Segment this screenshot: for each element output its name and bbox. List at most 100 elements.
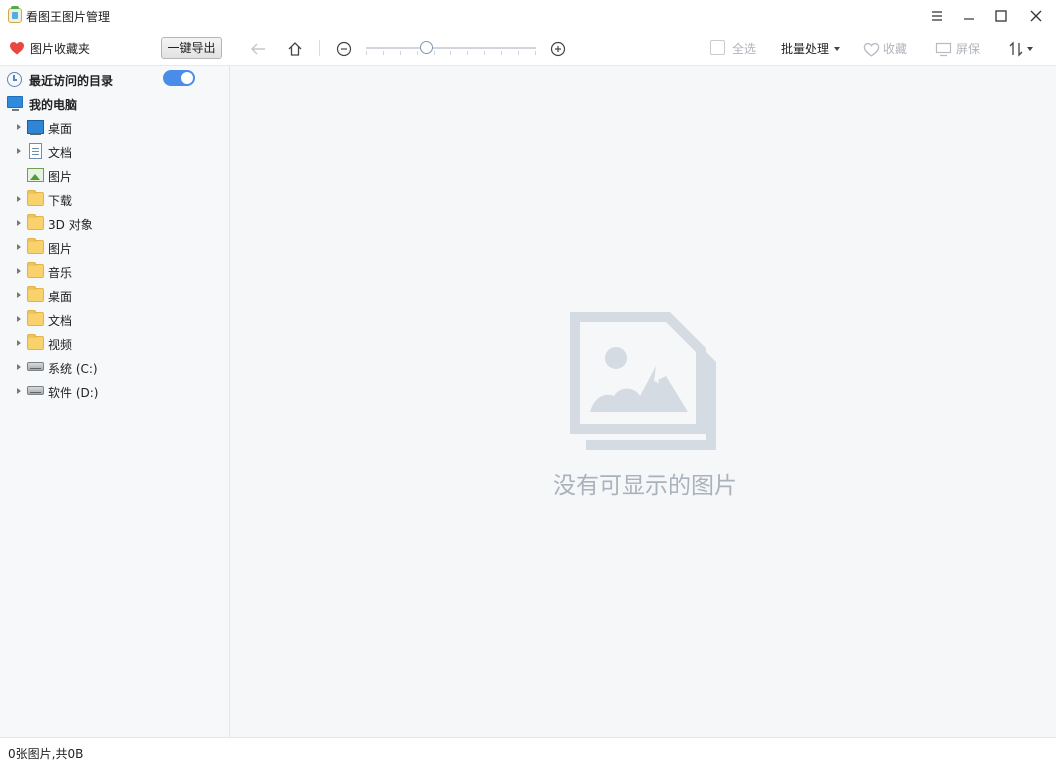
recent-directories-row[interactable]: 最近访问的目录 [0, 68, 229, 90]
empty-picture-icon [570, 312, 716, 450]
sidebar-tree-item[interactable]: 图片 [0, 164, 229, 186]
export-button[interactable]: 一键导出 [161, 37, 222, 59]
back-button[interactable] [248, 39, 268, 59]
zoom-slider-ticks [366, 51, 536, 55]
sidebar-tree-label: 桌面 [48, 122, 73, 136]
folder-icon [27, 310, 44, 326]
empty-message: 没有可显示的图片 [553, 473, 737, 499]
sidebar-tree-item[interactable]: 下载 [0, 188, 229, 210]
folder-icon [27, 334, 44, 350]
favorite-action-label[interactable]: 收藏 [883, 40, 907, 57]
home-up-icon [288, 42, 302, 56]
folder-icon [27, 262, 44, 278]
sidebar-tree-label: 软件 (D:) [48, 386, 99, 400]
expand-arrow-icon[interactable] [17, 364, 21, 370]
my-computer-row[interactable]: 我的电脑 [0, 92, 229, 114]
sidebar-tree-item[interactable]: 文档 [0, 140, 229, 162]
sidebar-tree-label: 视频 [48, 338, 73, 352]
arrow-left-icon [251, 43, 265, 55]
image-view-area[interactable]: 没有可显示的图片 [230, 66, 1056, 737]
chevron-down-icon[interactable] [834, 47, 840, 51]
screensaver-button[interactable] [933, 39, 953, 59]
sidebar-tree-label: 文档 [48, 314, 73, 328]
drive-icon [27, 386, 44, 395]
drive-icon [27, 362, 44, 371]
folder-icon [27, 214, 44, 230]
sidebar-tree-item[interactable]: 视频 [0, 332, 229, 354]
minimize-icon [964, 18, 974, 20]
my-computer-label: 我的电脑 [29, 98, 78, 112]
toolbar-divider [319, 40, 320, 56]
expand-arrow-icon[interactable] [17, 148, 21, 154]
maximize-icon [995, 10, 1007, 22]
sidebar-tree-item[interactable]: 桌面 [0, 116, 229, 138]
favorite-action-button[interactable] [861, 39, 881, 59]
maximize-button[interactable] [986, 4, 1016, 28]
status-text: 0张图片,共0B [8, 747, 84, 760]
favorites-label[interactable]: 图片收藏夹 [30, 40, 90, 57]
clock-icon [7, 72, 22, 87]
monitor-icon [935, 42, 951, 56]
recent-directories-label: 最近访问的目录 [29, 74, 114, 88]
expand-arrow-icon[interactable] [17, 292, 21, 298]
sidebar-tree-item[interactable]: 音乐 [0, 260, 229, 282]
expand-arrow-icon[interactable] [17, 220, 21, 226]
expand-arrow-icon[interactable] [17, 124, 21, 130]
sort-icon [1009, 41, 1023, 57]
expand-arrow-icon[interactable] [17, 316, 21, 322]
hamburger-icon [932, 11, 942, 21]
sidebar-tree-label: 音乐 [48, 266, 73, 280]
heart-outline-icon [863, 42, 879, 57]
sidebar-tree-label: 图片 [48, 170, 73, 184]
sidebar-tree-label: 系统 (C:) [48, 362, 98, 376]
expand-arrow-icon[interactable] [17, 268, 21, 274]
zoom-out-icon [336, 41, 352, 57]
close-icon [1030, 10, 1042, 22]
app-logo-icon [8, 6, 22, 23]
zoom-out-button[interactable] [334, 39, 354, 59]
toolbar: 图片收藏夹 一键导出 全选 批量处理 收藏 屏保 [0, 32, 1056, 66]
expand-arrow-icon[interactable] [17, 244, 21, 250]
sidebar-tree-label: 桌面 [48, 290, 73, 304]
sort-chevron-down-icon[interactable] [1027, 47, 1033, 51]
document-icon [29, 143, 42, 159]
select-all-checkbox[interactable] [710, 40, 725, 55]
sidebar-tree-label: 3D 对象 [48, 218, 93, 232]
sidebar-tree-item[interactable]: 系统 (C:) [0, 356, 229, 378]
zoom-slider-track[interactable] [366, 47, 536, 49]
computer-icon [7, 96, 23, 111]
sidebar-tree-label: 图片 [48, 242, 73, 256]
expand-arrow-icon[interactable] [17, 340, 21, 346]
title-bar: 看图王图片管理 [0, 0, 1056, 32]
zoom-in-icon [550, 41, 566, 57]
batch-process-menu[interactable]: 批量处理 [781, 40, 829, 57]
expand-arrow-icon[interactable] [17, 388, 21, 394]
select-all-label[interactable]: 全选 [732, 40, 756, 57]
sidebar-tree-label: 下载 [48, 194, 73, 208]
screensaver-label[interactable]: 屏保 [956, 40, 980, 57]
folder-icon [27, 286, 44, 302]
folder-icon [27, 238, 44, 254]
minimize-button[interactable] [954, 4, 984, 28]
sort-button[interactable] [1006, 39, 1026, 59]
desktop-icon [27, 120, 44, 135]
heart-icon[interactable] [9, 41, 25, 55]
sidebar-tree-item[interactable]: 文档 [0, 308, 229, 330]
up-folder-button[interactable] [285, 39, 305, 59]
sidebar-tree-item[interactable]: 桌面 [0, 284, 229, 306]
zoom-in-button[interactable] [548, 39, 568, 59]
sidebar: 最近访问的目录 我的电脑 桌面 文档 图片 下载 3D 对象 图片 音乐 桌面 文档 视频 系统 (… [0, 66, 230, 737]
zoom-slider-thumb[interactable] [419, 41, 433, 54]
status-bar: 0张图片,共0B [0, 737, 1056, 760]
expand-arrow-icon[interactable] [17, 196, 21, 202]
sidebar-tree-item[interactable]: 软件 (D:) [0, 380, 229, 402]
sidebar-tree-label: 文档 [48, 146, 73, 160]
sidebar-tree-item[interactable]: 3D 对象 [0, 212, 229, 234]
close-button[interactable] [1021, 4, 1051, 28]
recent-directories-toggle[interactable] [163, 70, 195, 86]
menu-button[interactable] [922, 4, 952, 28]
sidebar-tree-item[interactable]: 图片 [0, 236, 229, 258]
picture-icon [27, 168, 44, 182]
window-title: 看图王图片管理 [26, 10, 111, 24]
folder-icon [27, 190, 44, 206]
